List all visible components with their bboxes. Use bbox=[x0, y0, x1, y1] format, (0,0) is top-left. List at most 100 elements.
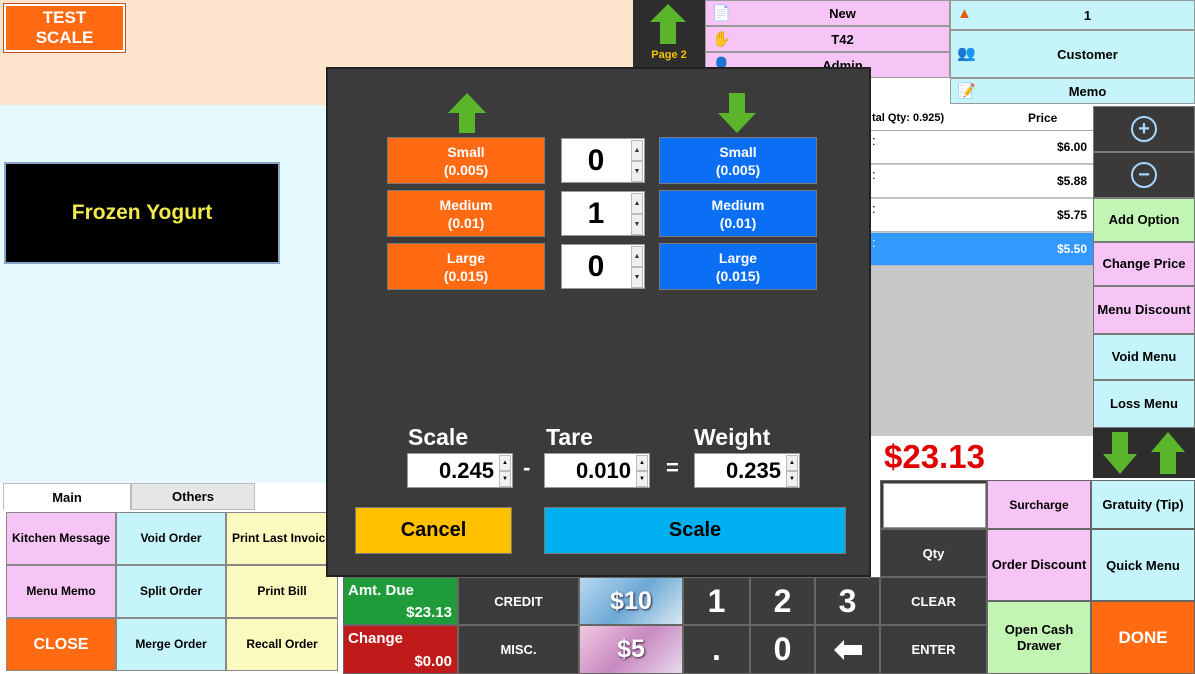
enter-button[interactable]: ENTER bbox=[880, 625, 987, 674]
scale-dialog: Small (0.005) 0 ▲ ▼ Small (0.005) Medium (0… bbox=[326, 67, 871, 577]
tare-field[interactable]: 0.010 ▲ ▼ bbox=[544, 453, 650, 488]
remove-medium-button[interactable]: Medium (0.01) bbox=[659, 190, 817, 237]
remove-small-button[interactable]: Small (0.005) bbox=[659, 137, 817, 184]
weight-field[interactable]: 0.235 ▲ ▼ bbox=[694, 453, 800, 488]
scroll-up-arrow-icon[interactable] bbox=[1151, 432, 1185, 474]
cancel-button[interactable]: Cancel bbox=[355, 507, 512, 554]
small-qty-value: 0 bbox=[587, 143, 605, 177]
misc-button[interactable]: MISC. bbox=[458, 625, 579, 674]
hand-icon: ✋ bbox=[712, 31, 731, 48]
stepper-up-icon[interactable]: ▲ bbox=[499, 455, 511, 471]
loss-menu-button[interactable]: Loss Menu bbox=[1093, 380, 1195, 428]
stepper-down-icon[interactable]: ▼ bbox=[499, 471, 511, 487]
plus-circle-icon: + bbox=[1131, 116, 1157, 142]
scale-button[interactable]: Scale bbox=[544, 507, 846, 554]
order-list[interactable]: : $6.00 : $5.88 : $5.75 : $5.50 bbox=[870, 131, 1093, 436]
stepper-up-icon[interactable]: ▲ bbox=[636, 455, 648, 471]
merge-order-button[interactable]: Merge Order bbox=[116, 618, 226, 671]
order-row[interactable]: : $5.75 bbox=[870, 199, 1093, 232]
done-button[interactable]: DONE bbox=[1091, 601, 1195, 674]
guest-count-field[interactable]: ▲ 1 bbox=[950, 0, 1195, 30]
qty-button[interactable]: Qty bbox=[880, 529, 987, 577]
add-option-button[interactable]: Add Option bbox=[1093, 198, 1195, 242]
add-large-button[interactable]: Large (0.015) bbox=[387, 243, 545, 290]
stepper-up-icon[interactable]: ▲ bbox=[631, 140, 643, 161]
qty-display-area bbox=[880, 480, 987, 529]
menu-category-frozen-yogurt[interactable]: Frozen Yogurt bbox=[4, 162, 280, 264]
menu-memo-button[interactable]: Menu Memo bbox=[6, 565, 116, 618]
size-amount: (0.015) bbox=[443, 267, 489, 284]
five-dollar-note-button[interactable]: $5 bbox=[579, 625, 683, 674]
order-row[interactable]: : $5.88 bbox=[870, 165, 1093, 198]
gratuity-button[interactable]: Gratuity (Tip) bbox=[1091, 480, 1195, 529]
stepper-down-icon[interactable]: ▼ bbox=[631, 214, 643, 235]
stepper-down-icon[interactable]: ▼ bbox=[631, 161, 643, 182]
order-type-label: New bbox=[829, 5, 856, 21]
size-name: Medium bbox=[439, 196, 493, 213]
order-type-field[interactable]: 📄 New bbox=[705, 0, 950, 26]
backspace-button[interactable] bbox=[815, 625, 880, 674]
add-small-button[interactable]: Small (0.005) bbox=[387, 137, 545, 184]
small-qty-stepper[interactable]: 0 ▲ ▼ bbox=[561, 138, 645, 183]
quick-menu-button[interactable]: Quick Menu bbox=[1091, 529, 1195, 601]
decrease-qty-button[interactable]: − bbox=[1093, 152, 1195, 198]
recall-order-button[interactable]: Recall Order bbox=[226, 618, 338, 671]
scroll-down-arrow-icon[interactable] bbox=[1103, 432, 1137, 474]
open-cash-drawer-button[interactable]: Open Cash Drawer bbox=[987, 601, 1091, 674]
increase-qty-button[interactable]: + bbox=[1093, 106, 1195, 152]
stepper-up-icon[interactable]: ▲ bbox=[631, 246, 643, 267]
customer-field[interactable]: 👥 Customer bbox=[950, 30, 1195, 78]
size-name: Small bbox=[447, 143, 485, 160]
size-name: Small bbox=[719, 143, 757, 160]
menu-discount-button[interactable]: Menu Discount bbox=[1093, 286, 1195, 334]
memo-field[interactable]: 📝 Memo bbox=[950, 78, 1195, 104]
table-field[interactable]: ✋ T42 bbox=[705, 26, 950, 52]
clear-button[interactable]: CLEAR bbox=[880, 577, 987, 625]
print-bill-button[interactable]: Print Bill bbox=[226, 565, 338, 618]
order-row-price: $5.88 bbox=[1056, 174, 1087, 188]
stepper-up-icon[interactable]: ▲ bbox=[631, 193, 643, 214]
order-row[interactable]: : $6.00 bbox=[870, 131, 1093, 164]
page-up-arrow-icon[interactable] bbox=[650, 4, 686, 44]
change-value: $0.00 bbox=[414, 653, 452, 670]
void-order-button[interactable]: Void Order bbox=[116, 512, 226, 565]
document-icon: 📄 bbox=[712, 5, 731, 22]
order-row-mark: : bbox=[872, 201, 876, 216]
test-scale-button[interactable]: TEST SCALE bbox=[3, 3, 126, 53]
backspace-arrow-icon bbox=[833, 639, 862, 660]
stepper-down-icon[interactable]: ▼ bbox=[636, 471, 648, 487]
order-discount-button[interactable]: Order Discount bbox=[987, 529, 1091, 601]
customer-label: Customer bbox=[1057, 46, 1118, 62]
ten-dollar-note-button[interactable]: $10 bbox=[579, 577, 683, 625]
order-row-selected[interactable]: : $5.50 bbox=[870, 233, 1093, 266]
stepper-down-icon[interactable]: ▼ bbox=[786, 471, 798, 487]
order-row-mark: : bbox=[872, 167, 876, 182]
change-box: Change $0.00 bbox=[343, 625, 458, 674]
medium-qty-stepper[interactable]: 1 ▲ ▼ bbox=[561, 191, 645, 236]
key-2[interactable]: 2 bbox=[750, 577, 815, 625]
key-dot[interactable]: . bbox=[683, 625, 750, 674]
add-medium-button[interactable]: Medium (0.01) bbox=[387, 190, 545, 237]
large-qty-stepper[interactable]: 0 ▲ ▼ bbox=[561, 244, 645, 289]
change-price-button[interactable]: Change Price bbox=[1093, 242, 1195, 286]
order-row-price: $5.75 bbox=[1056, 208, 1087, 222]
kitchen-message-button[interactable]: Kitchen Message bbox=[6, 512, 116, 565]
void-menu-button[interactable]: Void Menu bbox=[1093, 334, 1195, 380]
tab-main[interactable]: Main bbox=[3, 483, 131, 510]
close-button[interactable]: CLOSE bbox=[6, 618, 116, 671]
tab-others[interactable]: Others bbox=[131, 483, 255, 510]
scale-field[interactable]: 0.245 ▲ ▼ bbox=[407, 453, 513, 488]
change-label: Change bbox=[348, 630, 404, 647]
customer-icon: 👥 bbox=[957, 45, 976, 62]
stepper-down-icon[interactable]: ▼ bbox=[631, 267, 643, 288]
key-0[interactable]: 0 bbox=[750, 625, 815, 674]
split-order-button[interactable]: Split Order bbox=[116, 565, 226, 618]
remove-large-button[interactable]: Large (0.015) bbox=[659, 243, 817, 290]
key-1[interactable]: 1 bbox=[683, 577, 750, 625]
key-3[interactable]: 3 bbox=[815, 577, 880, 625]
surcharge-button[interactable]: Surcharge bbox=[987, 480, 1091, 529]
credit-button[interactable]: CREDIT bbox=[458, 577, 579, 625]
stepper-up-icon[interactable]: ▲ bbox=[786, 455, 798, 471]
order-list-header: tal Qty: 0.925) Price bbox=[870, 107, 1093, 131]
print-last-invoice-button[interactable]: Print Last Invoice bbox=[226, 512, 338, 565]
